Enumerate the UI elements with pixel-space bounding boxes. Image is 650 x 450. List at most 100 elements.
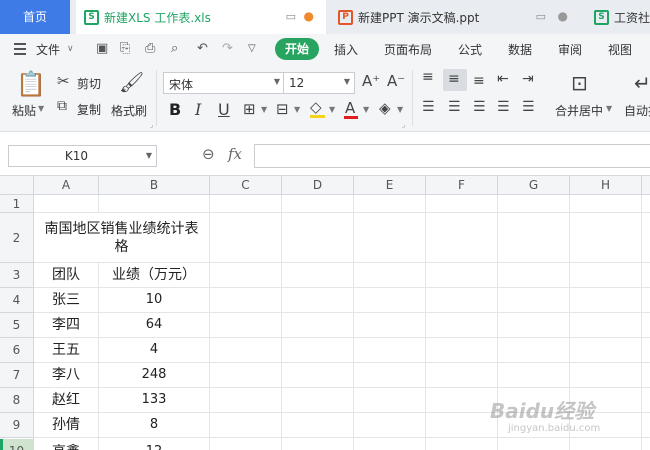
- undo-icon[interactable]: ↶: [197, 41, 208, 56]
- increase-indent-icon[interactable]: ⇥: [522, 71, 534, 87]
- row-header-4[interactable]: 4: [0, 288, 34, 313]
- tab-home[interactable]: 首页: [0, 0, 70, 34]
- tab-wage-workbook[interactable]: S 工资社保: [586, 0, 650, 34]
- select-all-corner[interactable]: [0, 176, 34, 195]
- cell-performance-value[interactable]: 248: [99, 363, 210, 388]
- formula-input[interactable]: [254, 144, 650, 168]
- cell-performance-value[interactable]: 8: [99, 413, 210, 438]
- tab-xls-workbook[interactable]: S 新建XLS 工作表.xls ▭ ●: [76, 0, 326, 34]
- align-top-icon[interactable]: ≡: [422, 69, 434, 85]
- cell-performance-value[interactable]: 133: [99, 388, 210, 413]
- row-header-3[interactable]: 3: [0, 263, 34, 288]
- paste-button[interactable]: 粘贴: [12, 102, 36, 119]
- menu-data[interactable]: 数据: [508, 41, 532, 58]
- caret-down-icon[interactable]: ▼: [397, 105, 403, 114]
- row-header-10[interactable]: 10: [0, 438, 34, 450]
- column-header-h[interactable]: H: [570, 176, 642, 195]
- borders-icon[interactable]: ⊞: [243, 100, 256, 118]
- format-painter-icon[interactable]: 🖌: [119, 70, 144, 94]
- cell-b1[interactable]: [99, 195, 210, 213]
- name-box[interactable]: K10 ▼: [8, 145, 157, 167]
- copy-icon[interactable]: ⧉: [57, 98, 67, 114]
- merge-center-icon[interactable]: ⊡: [571, 71, 588, 95]
- print-icon[interactable]: ⎙: [145, 41, 155, 56]
- cell-performance-value[interactable]: 12: [99, 438, 210, 450]
- caret-down-icon[interactable]: ▼: [606, 104, 612, 113]
- menu-file[interactable]: 文件: [36, 41, 60, 58]
- merge-center-button[interactable]: 合并居中: [555, 102, 603, 119]
- decrease-font-icon[interactable]: A⁻: [387, 72, 405, 90]
- column-header-d[interactable]: D: [282, 176, 354, 195]
- align-right-icon[interactable]: ☰: [473, 99, 486, 115]
- caret-down-icon[interactable]: ▼: [363, 105, 369, 114]
- cell-team-name[interactable]: 孙倩: [34, 413, 99, 438]
- row-header-2[interactable]: 2: [0, 213, 34, 263]
- column-header-c[interactable]: C: [210, 176, 282, 195]
- cell-team-name[interactable]: 张三: [34, 288, 99, 313]
- caret-down-icon[interactable]: ▼: [294, 105, 300, 114]
- screen-icon[interactable]: ▭: [536, 10, 546, 23]
- group-expand-icon[interactable]: ⌟: [150, 121, 153, 129]
- column-header-a[interactable]: A: [34, 176, 99, 195]
- menu-page-layout[interactable]: 页面布局: [384, 41, 432, 58]
- decrease-indent-icon[interactable]: ⇤: [497, 71, 509, 87]
- unsaved-dot-icon[interactable]: ●: [304, 9, 314, 23]
- tab-ppt-presentation[interactable]: P 新建PPT 演示文稿.ppt ▭ ●: [330, 0, 582, 34]
- cell-team-name[interactable]: 李八: [34, 363, 99, 388]
- cell-team-name[interactable]: 赵红: [34, 388, 99, 413]
- column-header-b[interactable]: B: [99, 176, 210, 195]
- menu-formulas[interactable]: 公式: [458, 41, 482, 58]
- menu-review[interactable]: 审阅: [558, 41, 582, 58]
- menu-start[interactable]: 开始: [275, 38, 319, 60]
- caret-down-icon[interactable]: ▼: [329, 105, 335, 114]
- row-header-1[interactable]: 1: [0, 195, 34, 213]
- export-pdf-icon[interactable]: ⎘: [120, 41, 130, 56]
- wrap-text-icon[interactable]: ↵: [634, 71, 650, 95]
- screen-icon[interactable]: ▭: [286, 10, 296, 23]
- paste-icon[interactable]: 📋: [16, 70, 46, 98]
- bold-icon[interactable]: B: [169, 100, 181, 119]
- align-bottom-icon[interactable]: ≡: [473, 73, 485, 89]
- font-name-select[interactable]: 宋体 ▼: [163, 72, 285, 94]
- eraser-icon[interactable]: ◈: [379, 99, 391, 117]
- cell-style-icon[interactable]: ⊟: [276, 100, 289, 118]
- cell-a3-team-header[interactable]: 团队: [34, 263, 99, 288]
- row-header-9[interactable]: 9: [0, 413, 34, 438]
- cell-team-name[interactable]: 高鑫: [34, 438, 99, 450]
- cell-performance-value[interactable]: 4: [99, 338, 210, 363]
- font-color-icon[interactable]: A: [345, 99, 355, 117]
- increase-font-icon[interactable]: A⁺: [362, 72, 380, 90]
- cut-button[interactable]: 剪切: [77, 75, 101, 92]
- italic-icon[interactable]: I: [195, 100, 201, 119]
- print-preview-icon[interactable]: ⌕: [171, 41, 178, 56]
- copy-button[interactable]: 复制: [77, 101, 101, 118]
- align-left-icon[interactable]: ☰: [422, 99, 435, 115]
- scissors-icon[interactable]: ✂: [57, 72, 70, 90]
- fill-color-icon[interactable]: ◇: [310, 98, 322, 116]
- row-header-7[interactable]: 7: [0, 363, 34, 388]
- menu-insert[interactable]: 插入: [334, 41, 358, 58]
- caret-down-icon[interactable]: ▼: [38, 104, 44, 113]
- column-header-g[interactable]: G: [498, 176, 570, 195]
- fx-icon[interactable]: fx: [228, 145, 242, 163]
- cell-team-name[interactable]: 王五: [34, 338, 99, 363]
- justify-icon[interactable]: ☰: [497, 99, 510, 115]
- column-header-f[interactable]: F: [426, 176, 498, 195]
- row-header-8[interactable]: 8: [0, 388, 34, 413]
- format-painter-button[interactable]: 格式刷: [111, 102, 147, 119]
- cell-performance-value[interactable]: 10: [99, 288, 210, 313]
- tab-dot-icon[interactable]: ●: [558, 9, 568, 23]
- align-center-icon[interactable]: ☰: [448, 99, 461, 115]
- underline-icon[interactable]: U: [218, 100, 230, 119]
- row-header-5[interactable]: 5: [0, 313, 34, 338]
- save-icon[interactable]: ▣: [96, 41, 108, 56]
- hamburger-menu-icon[interactable]: [14, 43, 26, 58]
- cell-b3-performance-header[interactable]: 业绩（万元）: [99, 263, 210, 288]
- cell-title-merged[interactable]: 南国地区销售业绩统计表格: [34, 213, 210, 263]
- zoom-icon[interactable]: ⊖: [202, 145, 215, 163]
- chevron-down-icon[interactable]: ∨: [67, 44, 74, 54]
- column-header-e[interactable]: E: [354, 176, 426, 195]
- font-size-select[interactable]: 12 ▼: [283, 72, 355, 94]
- row-header-6[interactable]: 6: [0, 338, 34, 363]
- caret-down-icon[interactable]: ▼: [261, 105, 267, 114]
